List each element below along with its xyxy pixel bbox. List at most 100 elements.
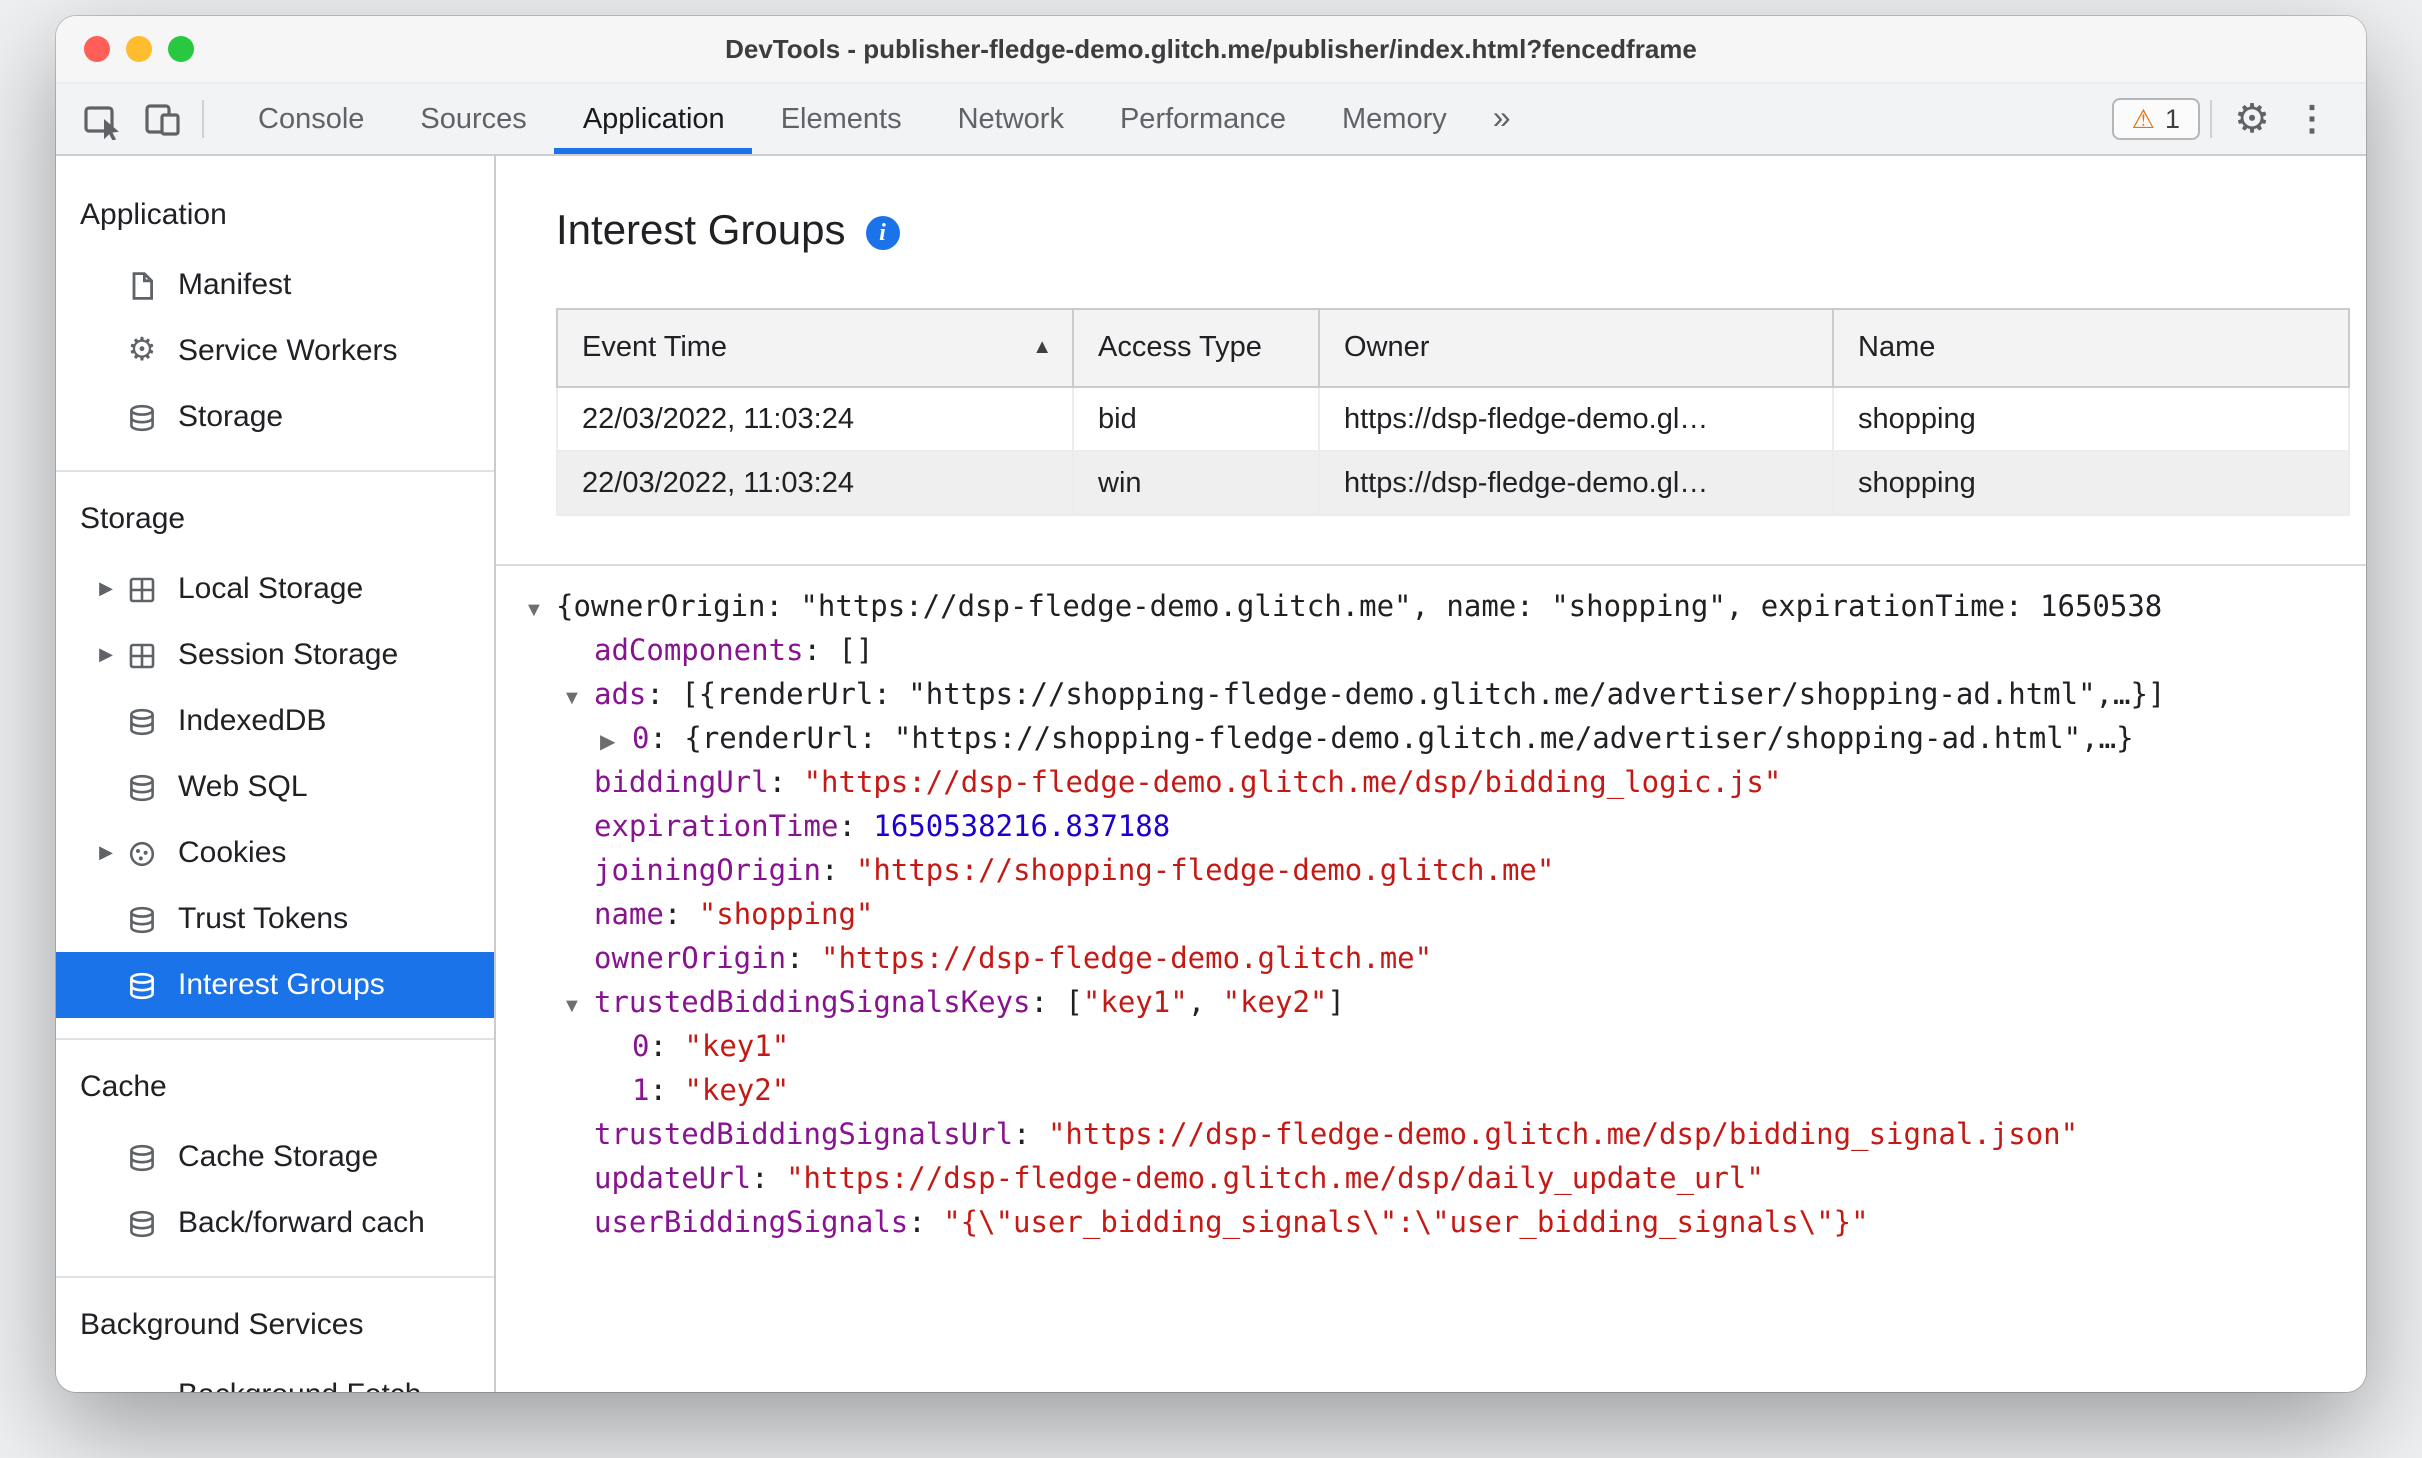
expander-icon[interactable]: ▼ — [524, 590, 556, 630]
close-button[interactable] — [84, 36, 110, 62]
settings-gear-icon[interactable]: ⚙ — [2222, 89, 2282, 149]
cell-name: shopping — [1832, 386, 2350, 452]
sidebar-item-local-storage[interactable]: ▶ Local Storage — [56, 556, 494, 622]
property-name: biddingUrl — [594, 768, 769, 800]
more-menu-kebab-icon[interactable]: ⋮ — [2282, 89, 2342, 149]
expander-icon[interactable]: ▶ — [92, 644, 120, 666]
toolbar-divider — [2210, 100, 2212, 138]
tree-line[interactable]: expirationTime: 1650538216.837188 — [496, 806, 2366, 850]
zoom-button[interactable] — [168, 36, 194, 62]
tree-line[interactable]: updateUrl: "https://dsp-fledge-demo.glit… — [496, 1158, 2366, 1202]
tree-line[interactable]: ▼ {ownerOrigin: "https://dsp-fledge-demo.… — [496, 586, 2366, 630]
more-tabs-button[interactable]: » — [1475, 84, 1529, 154]
cell-access-type: win — [1072, 450, 1320, 516]
expander-icon[interactable]: ▼ — [562, 986, 594, 1026]
database-icon — [124, 399, 160, 435]
sidebar-item-manifest[interactable]: Manifest — [56, 252, 494, 318]
tab-network[interactable]: Network — [930, 84, 1092, 154]
minimize-button[interactable] — [126, 36, 152, 62]
sidebar-item-service-workers[interactable]: ⚙ Service Workers — [56, 318, 494, 384]
issues-warning-badge[interactable]: ⚠ 1 — [2111, 98, 2200, 140]
tab-elements[interactable]: Elements — [753, 84, 930, 154]
column-header-owner[interactable]: Owner — [1318, 308, 1834, 388]
info-icon[interactable]: i — [865, 215, 900, 249]
tab-sources[interactable]: Sources — [392, 84, 554, 154]
sidebar-item-interest-groups[interactable]: Interest Groups — [56, 952, 494, 1018]
sidebar-item-web-sql[interactable]: Web SQL — [56, 754, 494, 820]
database-icon — [124, 703, 160, 739]
property-name: trustedBiddingSignalsUrl — [594, 1120, 1014, 1152]
interest-group-details-tree: ▼ {ownerOrigin: "https://dsp-fledge-demo.… — [496, 566, 2366, 1246]
property-name: joiningOrigin — [594, 856, 821, 888]
cell-owner: https://dsp-fledge-demo.gl… — [1318, 450, 1834, 516]
devtools-content: Application Manifest ⚙ Service Workers S… — [56, 156, 2366, 1392]
column-header-event-time[interactable]: Event Time ▲ — [556, 308, 1074, 388]
section-header-storage: Storage — [80, 501, 186, 535]
sidebar-item-background-fetch[interactable]: Background Fetch — [56, 1362, 494, 1392]
table-header-row: Event Time ▲ Access Type Owner Name — [556, 308, 2350, 388]
window-title: DevTools - publisher-fledge-demo.glitch.… — [725, 34, 1697, 64]
warning-icon: ⚠ — [2131, 104, 2155, 134]
tree-line[interactable]: adComponents: [] — [496, 630, 2366, 674]
expander-icon[interactable]: ▶ — [600, 722, 632, 762]
device-toolbar-icon[interactable] — [132, 89, 192, 149]
window-titlebar: DevTools - publisher-fledge-demo.glitch.… — [56, 16, 2366, 84]
property-name: 0 — [632, 724, 650, 756]
tree-line[interactable]: trustedBiddingSignalsUrl: "https://dsp-f… — [496, 1114, 2366, 1158]
sidebar-item-cache-storage[interactable]: Cache Storage — [56, 1124, 494, 1190]
sidebar-item-indexeddb[interactable]: IndexedDB — [56, 688, 494, 754]
tab-memory[interactable]: Memory — [1314, 84, 1475, 154]
tree-line[interactable]: userBiddingSignals: "{\"user_bidding_sig… — [496, 1202, 2366, 1246]
table-row[interactable]: 22/03/2022, 11:03:24 bid https://dsp-fle… — [556, 386, 2350, 452]
sidebar-item-storage[interactable]: Storage — [56, 384, 494, 450]
tree-line[interactable]: ▼ trustedBiddingSignalsKeys: ["key1", "ke… — [496, 982, 2366, 1026]
tree-line[interactable]: ownerOrigin: "https://dsp-fledge-demo.gl… — [496, 938, 2366, 982]
array-item-preview: "key1" — [1082, 988, 1188, 1020]
tab-performance[interactable]: Performance — [1092, 84, 1314, 154]
section-divider — [56, 1038, 494, 1040]
property-value: "https://shopping-fledge-demo.glitch.me" — [855, 856, 1555, 888]
tree-line[interactable]: ▶ 0: {renderUrl: "https://shopping-fledge… — [496, 718, 2366, 762]
property-name: ownerOrigin — [594, 944, 787, 976]
tree-line[interactable]: name: "shopping" — [496, 894, 2366, 938]
sidebar-item-back-forward-cache[interactable]: Back/forward cach — [56, 1190, 494, 1256]
table-row[interactable]: 22/03/2022, 11:03:24 win https://dsp-fle… — [556, 450, 2350, 516]
column-header-name[interactable]: Name — [1832, 308, 2350, 388]
sidebar-item-session-storage[interactable]: ▶ Session Storage — [56, 622, 494, 688]
tab-console[interactable]: Console — [230, 84, 392, 154]
sidebar-item-trust-tokens[interactable]: Trust Tokens — [56, 886, 494, 952]
tree-line[interactable]: joiningOrigin: "https://shopping-fledge-… — [496, 850, 2366, 894]
cell-name: shopping — [1832, 450, 2350, 516]
column-header-access-type[interactable]: Access Type — [1072, 308, 1320, 388]
tree-line[interactable]: 0: "key1" — [496, 1026, 2366, 1070]
table-grid-icon — [124, 571, 160, 607]
table-grid-icon — [124, 637, 160, 673]
tree-line[interactable]: 1: "key2" — [496, 1070, 2366, 1114]
expander-icon[interactable]: ▶ — [92, 842, 120, 864]
section-header-application: Application — [80, 197, 227, 231]
sidebar-item-cookies[interactable]: ▶ Cookies — [56, 820, 494, 886]
sort-ascending-icon: ▲ — [1032, 337, 1052, 359]
property-name: userBiddingSignals — [594, 1208, 909, 1240]
array-item-preview: "key2" — [1222, 988, 1328, 1020]
property-value: "https://dsp-fledge-demo.glitch.me/dsp/d… — [786, 1164, 1764, 1196]
cell-event-time: 22/03/2022, 11:03:24 — [556, 386, 1074, 452]
tree-line[interactable]: biddingUrl: "https://dsp-fledge-demo.gli… — [496, 762, 2366, 806]
object-preview: {ownerOrigin: "https://dsp-fledge-demo.g… — [556, 592, 2163, 624]
property-name: trustedBiddingSignalsKeys — [594, 988, 1031, 1020]
up-down-arrows-icon — [124, 1377, 160, 1392]
tree-line[interactable]: ▼ ads: [{renderUrl: "https://shopping-fle… — [496, 674, 2366, 718]
expander-icon[interactable]: ▶ — [92, 578, 120, 600]
property-name: ads — [594, 680, 647, 712]
panel-heading: Interest Groups i — [556, 208, 2366, 256]
expander-icon[interactable]: ▼ — [562, 678, 594, 718]
gear-icon: ⚙ — [127, 333, 157, 367]
section-header-background-services: Background Services — [80, 1307, 364, 1341]
inspect-element-icon[interactable] — [72, 89, 132, 149]
property-name: 1 — [632, 1076, 650, 1108]
page-title: Interest Groups — [556, 208, 846, 254]
section-header-cache: Cache — [80, 1069, 167, 1103]
property-name: adComponents — [594, 636, 804, 668]
tab-application[interactable]: Application — [554, 84, 753, 154]
